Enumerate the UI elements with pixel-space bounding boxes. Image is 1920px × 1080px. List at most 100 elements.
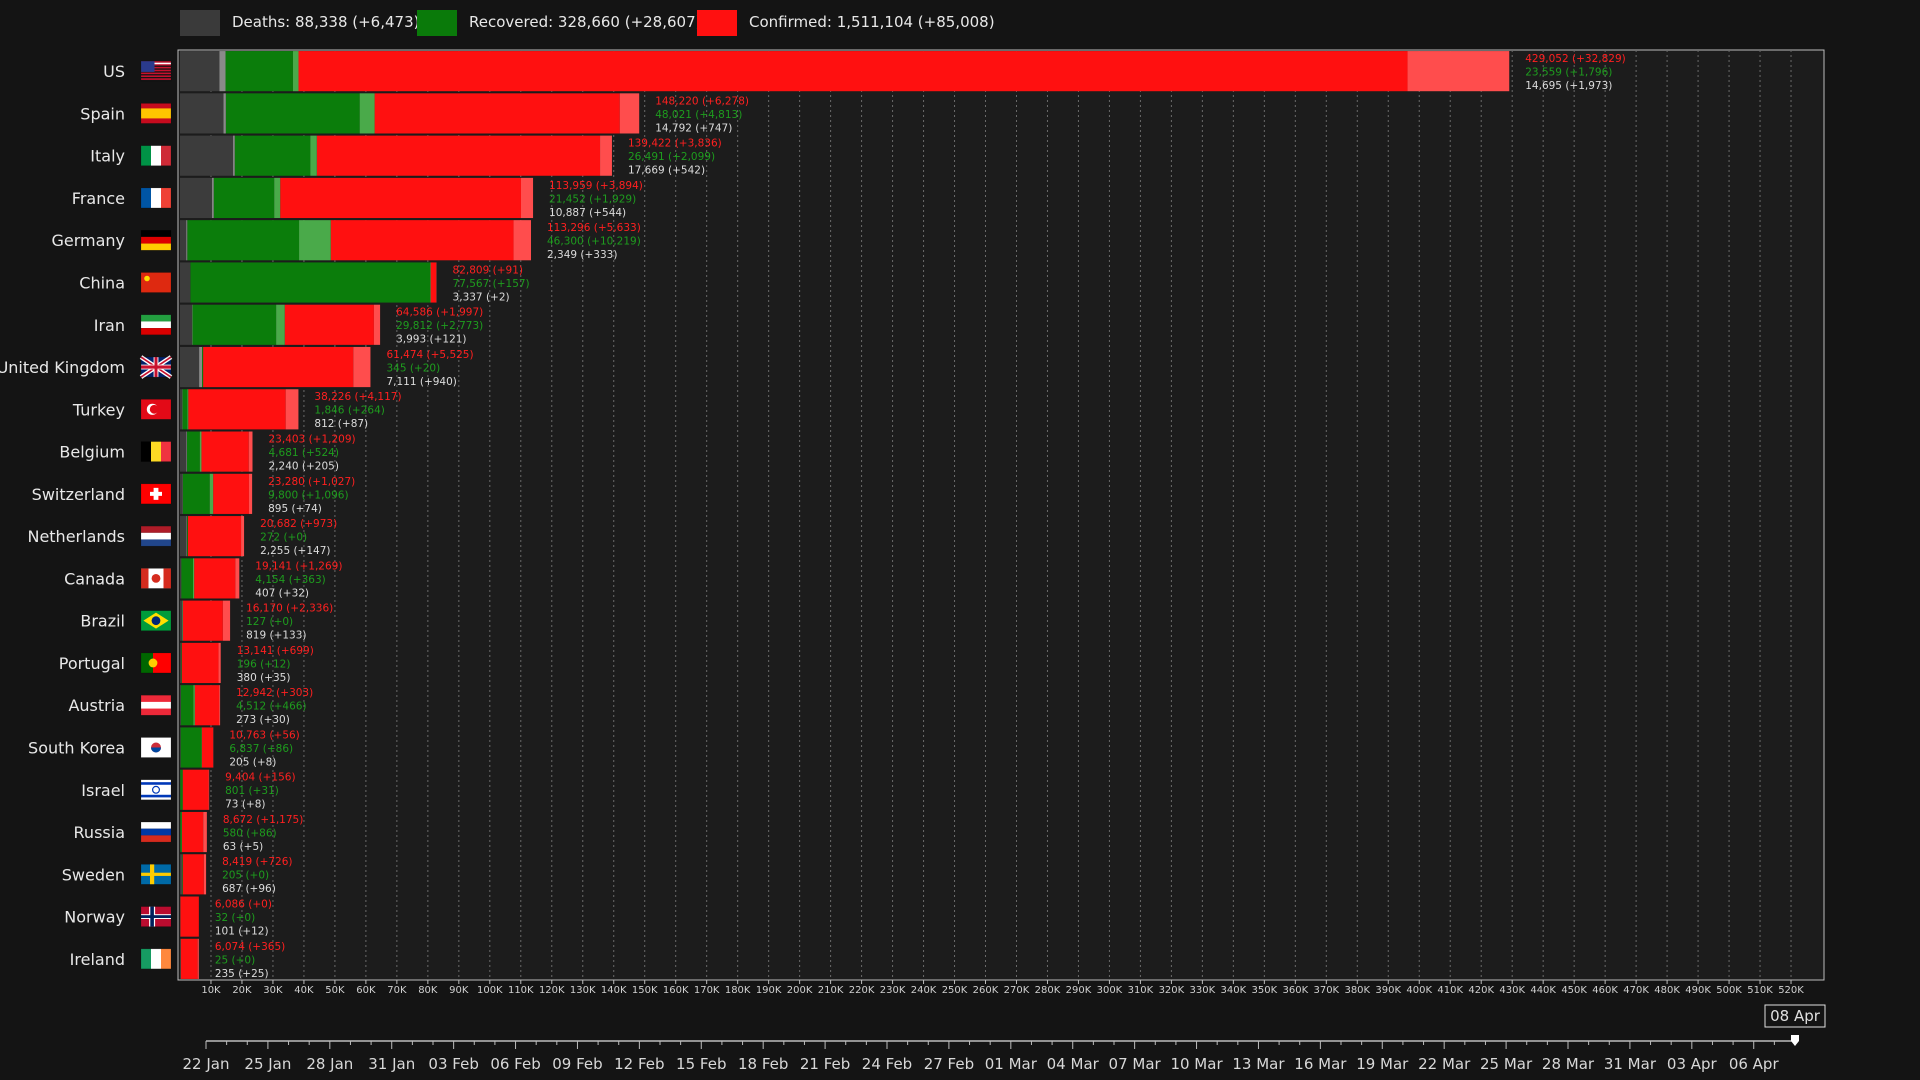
country-name: Belgium <box>59 443 125 462</box>
data-label-deaths: 73 (+8) <box>225 799 265 811</box>
data-label-deaths: 235 (+25) <box>215 968 269 980</box>
x-tick-label: 100K <box>477 985 503 996</box>
bar-recovered-new <box>299 220 331 261</box>
bar-confirmed <box>182 769 209 810</box>
bar-recovered-new <box>274 177 281 219</box>
timeline-date-label: 07 Mar <box>1109 1055 1162 1073</box>
country-name: Germany <box>51 231 125 250</box>
data-label-recovered: 4,154 (+363) <box>255 574 325 586</box>
timeline-handle[interactable] <box>1791 1035 1799 1046</box>
bar-deaths <box>180 346 200 388</box>
country-bar-es: 148,220 (+6,278) 48,021 (+4,813)14,792 (+… <box>180 93 749 134</box>
data-label-confirmed: 6,086 (+0) <box>215 899 272 911</box>
data-label-recovered: 272 (+0) <box>260 532 307 544</box>
flag-part <box>151 948 161 969</box>
flag-part <box>141 835 171 843</box>
bar-confirmed-new <box>520 177 534 219</box>
data-label-recovered: 6,837 (+86) <box>229 743 293 755</box>
x-tick-label: 370K <box>1313 985 1339 996</box>
flag-part <box>161 145 171 166</box>
data-label-confirmed: 148,220 (+6,278) <box>655 95 749 107</box>
bar-deaths-new <box>186 431 187 472</box>
data-label-recovered: 26,491 (+2,099) <box>628 151 715 163</box>
country-name: Portugal <box>59 654 125 673</box>
data-label-recovered: 77,567 (+157) <box>453 278 530 290</box>
timeline-slider[interactable]: 22 Jan 25 Jan 28 Jan 31 Jan 03 Feb 06 Feb 09 F… <box>183 1004 1826 1073</box>
bar-confirmed-new <box>235 558 240 599</box>
flag-part <box>151 616 161 626</box>
bar-deaths <box>180 558 182 599</box>
x-tick-label: 120K <box>539 985 565 996</box>
data-label-confirmed: 20,682 (+973) <box>260 518 337 530</box>
timeline-date-label: 09 Feb <box>552 1055 602 1073</box>
x-tick-label: 510K <box>1747 985 1773 996</box>
bar-confirmed <box>330 220 514 261</box>
bar-deaths <box>180 854 182 895</box>
flag-it-icon <box>140 145 172 166</box>
bar-recovered <box>186 516 188 557</box>
timeline-date-label: 06 Apr <box>1729 1055 1780 1073</box>
flag-part <box>141 526 171 533</box>
timeline-date-label: 18 Feb <box>738 1055 788 1073</box>
data-label-confirmed: 113,296 (+5,633) <box>547 222 641 234</box>
flag-no-icon <box>140 906 172 927</box>
x-tick-label: 340K <box>1221 985 1247 996</box>
country-name: Ireland <box>70 950 125 969</box>
country-name: Brazil <box>80 612 125 631</box>
country-bar-cn: 82,809 (+91) 77,567 (+157)3,337 (+2) <box>180 262 530 303</box>
data-label-recovered: 29,812 (+2,773) <box>396 320 483 332</box>
flag-part <box>141 915 171 918</box>
bar-recovered-new <box>199 431 202 472</box>
country-name: Austria <box>68 696 125 715</box>
flag-part <box>141 321 171 329</box>
bar-confirmed <box>188 389 286 430</box>
flag-part <box>141 61 155 72</box>
timeline-date-label: 28 Mar <box>1542 1055 1595 1073</box>
flag-part <box>151 145 161 166</box>
timeline-date-label: 21 Feb <box>800 1055 850 1073</box>
timeline-date-label: 28 Jan <box>306 1055 353 1073</box>
country-bar-fr: 113,959 (+3,894)21,452 (+1,929) 10,887 (+… <box>180 177 643 219</box>
bar-recovered <box>225 93 360 134</box>
data-label-confirmed: 13,141 (+699) <box>237 645 314 657</box>
data-label-confirmed: 19,141 (+1,269) <box>255 560 342 572</box>
x-tick-label: 380K <box>1344 985 1370 996</box>
data-label-deaths: 205 (+8) <box>229 756 276 768</box>
bar-deaths-new <box>223 93 226 134</box>
x-tick-label: 260K <box>973 985 999 996</box>
flag-kr-icon <box>140 737 172 758</box>
flag-part <box>144 275 150 282</box>
bar-confirmed <box>182 854 204 895</box>
legend: Deaths: 88,338 (+6,473) Recovered: 328,66… <box>180 10 995 36</box>
flag-part <box>151 441 161 462</box>
flag-part <box>141 872 171 876</box>
country-name: Canada <box>64 569 125 588</box>
x-tick-label: 230K <box>880 985 906 996</box>
flag-cn-icon <box>140 272 172 293</box>
flag-part <box>161 187 171 208</box>
bar-deaths <box>180 177 213 219</box>
x-axis: 10K 20K 30K 40K 50K 60K 70K 80K 90K 100K 110K 120K 1… <box>201 980 1804 996</box>
flag-be-icon <box>140 441 172 462</box>
x-tick-label: 450K <box>1561 985 1587 996</box>
data-label-deaths: 10,887 (+544) <box>549 207 626 219</box>
covid-bar-chart: Deaths: 88,338 (+6,473) Recovered: 328,66… <box>0 10 1826 1073</box>
bar-confirmed-new <box>353 346 371 388</box>
bar-recovered <box>180 769 183 810</box>
flag-ru-icon <box>140 821 172 843</box>
bar-deaths <box>180 51 220 92</box>
x-tick-label: 150K <box>632 985 658 996</box>
x-tick-label: 500K <box>1716 985 1742 996</box>
x-tick-label: 220K <box>849 985 875 996</box>
flag-gb-icon <box>139 355 173 379</box>
flag-part <box>141 108 171 119</box>
bar-deaths <box>180 938 181 979</box>
flag-part <box>141 187 151 208</box>
data-label-deaths: 2,240 (+205) <box>269 461 339 473</box>
flag-part <box>151 574 161 583</box>
bar-recovered-new <box>187 389 189 430</box>
timeline-date-label: 15 Feb <box>676 1055 726 1073</box>
x-tick-label: 430K <box>1499 985 1525 996</box>
country-bar-us: 429,052 (+32,829) 23,559 (+1,796)14,695 (… <box>180 51 1626 92</box>
x-tick-label: 130K <box>570 985 596 996</box>
